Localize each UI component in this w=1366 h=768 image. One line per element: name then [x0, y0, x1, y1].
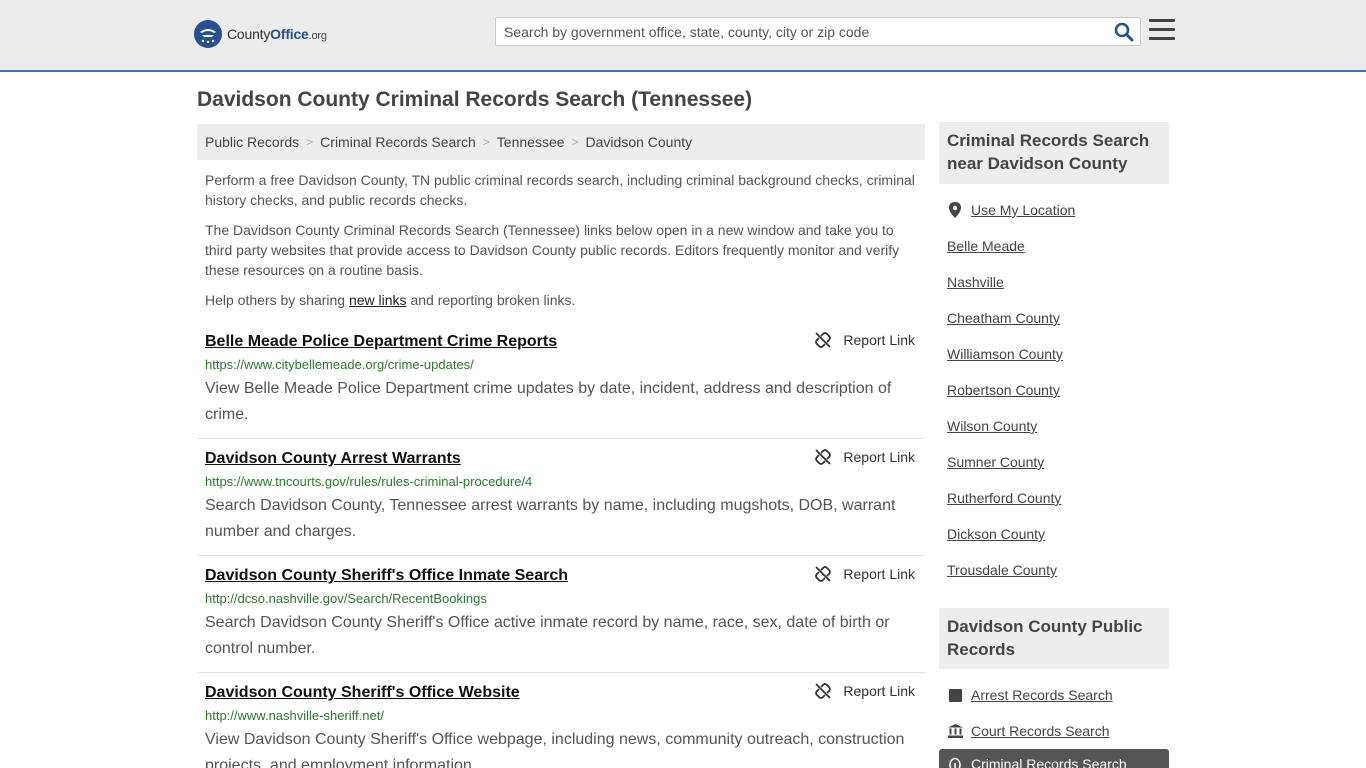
nearby-link-sumner-county[interactable]: Sumner County: [947, 444, 1167, 480]
report-link-button[interactable]: Report Link: [815, 449, 915, 465]
report-link-label: Report Link: [843, 332, 915, 348]
search-input[interactable]: [496, 18, 1106, 45]
result-url[interactable]: https://www.citybellemeade.org/crime-upd…: [205, 357, 917, 375]
public-records-heading: Davidson County Public Records: [939, 608, 1169, 669]
map-pin-icon: [947, 202, 963, 218]
result-title-link[interactable]: Davidson County Sheriff's Office Website: [205, 683, 765, 705]
search-icon[interactable]: [1114, 22, 1134, 42]
result-item: Davidson County Arrest Warrants https://…: [197, 439, 925, 556]
court-records-link[interactable]: Court Records Search: [947, 713, 1167, 749]
site-search: [495, 17, 1141, 46]
result-description: Search Davidson County, Tennessee arrest…: [205, 497, 896, 540]
breadcrumb-davidson-county[interactable]: Davidson County: [586, 134, 693, 150]
page-title: Davidson County Criminal Records Search …: [197, 88, 753, 111]
report-link-label: Report Link: [843, 566, 915, 582]
nearby-link-belle-meade[interactable]: Belle Meade: [947, 228, 1167, 264]
use-my-location-label: Use My Location: [971, 202, 1076, 218]
report-link-button[interactable]: Report Link: [815, 683, 915, 699]
logo-text: CountyOffice.org: [227, 26, 327, 42]
public-records-list: Arrest Records Search Court Records Sear…: [947, 677, 1167, 749]
nearby-list: Use My Location Belle Meade Nashville Ch…: [947, 192, 1167, 588]
nearby-link-wilson-county[interactable]: Wilson County: [947, 408, 1167, 444]
broken-link-icon: [815, 332, 832, 348]
nearby-link-dickson-county[interactable]: Dickson County: [947, 516, 1167, 552]
result-title-link[interactable]: Belle Meade Police Department Crime Repo…: [205, 332, 765, 354]
result-title-link[interactable]: Davidson County Sheriff's Office Inmate …: [205, 566, 765, 588]
new-links-link[interactable]: new links: [349, 292, 407, 308]
broken-link-icon: [815, 683, 832, 699]
nearby-link-nashville[interactable]: Nashville: [947, 264, 1167, 300]
broken-link-icon: [815, 566, 832, 582]
broken-link-icon: [815, 449, 832, 465]
breadcrumb-separator-icon: >: [306, 135, 314, 149]
nearby-link-williamson-county[interactable]: Williamson County: [947, 336, 1167, 372]
result-item: Davidson County Sheriff's Office Inmate …: [197, 556, 925, 673]
nearby-link-cheatham-county[interactable]: Cheatham County: [947, 300, 1167, 336]
breadcrumb-separator-icon: >: [571, 135, 579, 149]
nearby-link-robertson-county[interactable]: Robertson County: [947, 372, 1167, 408]
courthouse-icon: [947, 724, 963, 738]
result-url[interactable]: http://www.nashville-sheriff.net/: [205, 708, 917, 726]
results-list: Belle Meade Police Department Crime Repo…: [197, 322, 925, 768]
nearby-link-rutherford-county[interactable]: Rutherford County: [947, 480, 1167, 516]
breadcrumb: Public Records > Criminal Records Search…: [197, 124, 925, 160]
result-item: Belle Meade Police Department Crime Repo…: [197, 322, 925, 439]
logo-seal-icon: [194, 20, 222, 48]
disclaimer-paragraph: The Davidson County Criminal Records Sea…: [205, 222, 900, 278]
nearby-link-trousdale-county[interactable]: Trousdale County: [947, 552, 1167, 588]
arrest-records-link[interactable]: Arrest Records Search: [947, 677, 1167, 713]
result-url[interactable]: https://www.tncourts.gov/rules/rules-cri…: [205, 474, 917, 492]
square-icon: [947, 688, 963, 702]
criminal-records-active-link[interactable]: Criminal Records Search: [939, 749, 1169, 768]
sharing-paragraph: Help others by sharing new links and rep…: [205, 290, 920, 310]
court-records-label: Court Records Search: [971, 723, 1110, 739]
result-description: Search Davidson County Sheriff's Office …: [205, 614, 890, 657]
fingerprint-icon: [947, 757, 963, 768]
breadcrumb-criminal-records[interactable]: Criminal Records Search: [320, 134, 476, 150]
result-title-link[interactable]: Davidson County Arrest Warrants: [205, 449, 765, 471]
report-link-button[interactable]: Report Link: [815, 332, 915, 348]
result-description: View Davidson County Sheriff's Office we…: [205, 731, 905, 768]
report-link-button[interactable]: Report Link: [815, 566, 915, 582]
top-header: CountyOffice.org: [0, 0, 1366, 72]
report-link-label: Report Link: [843, 449, 915, 465]
sharing-text: Help others by sharing: [205, 292, 349, 308]
breadcrumb-separator-icon: >: [482, 135, 490, 149]
nearby-heading: Criminal Records Search near Davidson Co…: [939, 122, 1169, 184]
report-link-label: Report Link: [843, 683, 915, 699]
use-my-location-link[interactable]: Use My Location: [947, 192, 1167, 228]
hamburger-menu-icon[interactable]: [1149, 19, 1175, 43]
arrest-records-label: Arrest Records Search: [971, 687, 1113, 703]
result-url[interactable]: http://dcso.nashville.gov/Search/RecentB…: [205, 591, 917, 609]
result-description: View Belle Meade Police Department crime…: [205, 380, 892, 423]
site-logo[interactable]: CountyOffice.org: [194, 20, 327, 48]
sharing-text-end: and reporting broken links.: [406, 292, 576, 308]
criminal-records-active-label: Criminal Records Search: [971, 756, 1127, 768]
breadcrumb-public-records[interactable]: Public Records: [205, 134, 299, 150]
intro-paragraph: Perform a free Davidson County, TN publi…: [205, 172, 915, 208]
result-item: Davidson County Sheriff's Office Website…: [197, 673, 925, 768]
breadcrumb-tennessee[interactable]: Tennessee: [497, 134, 565, 150]
